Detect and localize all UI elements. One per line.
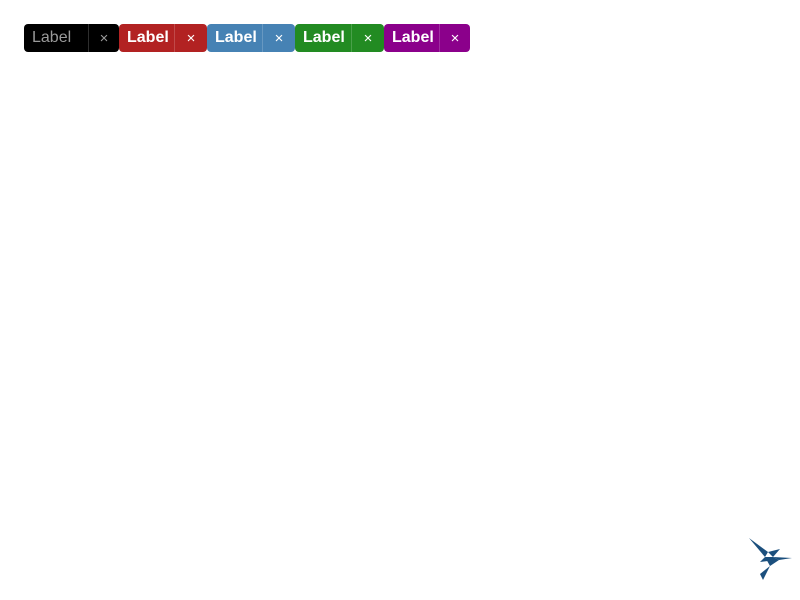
tag-red: Label × (119, 24, 207, 52)
tag-blue: Label × (207, 24, 295, 52)
tag-label: Label (303, 29, 345, 46)
tag-remove-button[interactable]: × (88, 24, 119, 52)
tag-green: Label × (295, 24, 384, 52)
tag-purple: Label × (384, 24, 470, 52)
tag-black: Label × (24, 24, 119, 52)
tag-remove-button[interactable]: × (439, 24, 470, 52)
tag-remove-button[interactable]: × (174, 24, 207, 52)
tag-label: Label (215, 29, 257, 46)
tag-list: Label × Label × Label × Label × Label × (24, 24, 470, 52)
hummingbird-icon (746, 536, 794, 584)
tag-label: Label (32, 29, 72, 46)
tag-label: Label (127, 29, 169, 46)
tag-label: Label (392, 29, 434, 46)
tag-remove-button[interactable]: × (351, 24, 384, 52)
tag-remove-button[interactable]: × (262, 24, 295, 52)
